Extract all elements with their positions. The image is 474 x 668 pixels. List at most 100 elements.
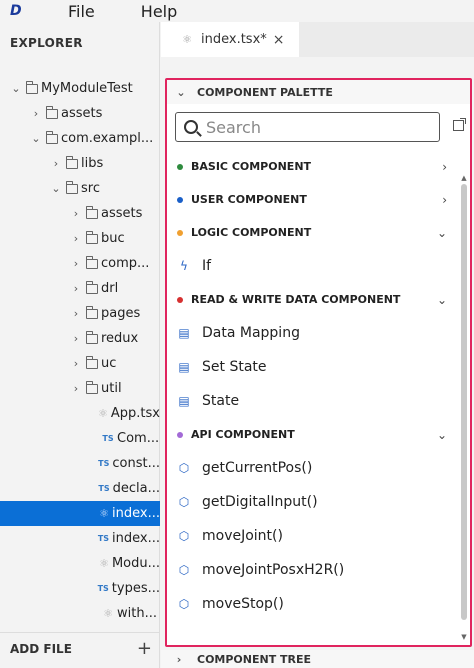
folder-icon [66, 155, 78, 169]
logic-icon: ϟ [180, 259, 188, 273]
typescript-file-icon: TS [102, 434, 114, 443]
palette-category[interactable]: USER COMPONENT › [167, 183, 457, 216]
scrollbar-thumb[interactable] [461, 184, 467, 620]
tree-label: Com... [117, 431, 160, 446]
chevron-right-icon[interactable]: › [30, 107, 42, 120]
palette-item[interactable]: ▤ Set State [167, 350, 457, 384]
chevron-right-icon[interactable]: › [442, 193, 447, 207]
chevron-down-icon[interactable]: ⌄ [30, 132, 42, 145]
react-file-icon: ⚛ [98, 407, 108, 420]
palette-item-label: If [202, 258, 212, 274]
chevron-right-icon[interactable]: › [70, 282, 82, 295]
chevron-right-icon[interactable]: › [70, 332, 82, 345]
chevron-right-icon[interactable]: › [70, 307, 82, 320]
tree-folder[interactable]: ⌄ com.exampl... [0, 126, 160, 151]
category-label: API COMPONENT [191, 428, 295, 441]
tree-folder[interactable]: › assets [0, 201, 160, 226]
folder-icon [46, 130, 58, 144]
palette-item[interactable]: ⬡ getDigitalInput() [167, 485, 457, 519]
palette-category[interactable]: BASIC COMPONENT › [167, 150, 457, 183]
tab-index-tsx[interactable]: ⚛ index.tsx* × [161, 22, 299, 57]
tree-label: types... [111, 581, 160, 596]
component-tree-title: COMPONENT TREE [197, 652, 312, 666]
tree-folder[interactable]: › buc [0, 226, 160, 251]
tree-file[interactable]: TS decla... [0, 476, 160, 501]
chevron-right-icon[interactable]: › [70, 382, 82, 395]
tree-folder[interactable]: ⌄ MyModuleTest [0, 76, 160, 101]
api-cube-icon: ⬡ [178, 495, 190, 509]
tree-file[interactable]: TS index... [0, 526, 160, 551]
menu-file[interactable]: File [68, 2, 95, 21]
palette-scrollbar[interactable]: ▲ ▼ [460, 174, 468, 641]
folder-icon [86, 330, 98, 344]
palette-item[interactable]: ⬡ moveJointPosxH2R() [167, 553, 457, 587]
typescript-file-icon: TS [98, 459, 110, 468]
scroll-down-icon[interactable]: ▼ [460, 633, 468, 641]
palette-category[interactable]: READ & WRITE DATA COMPONENT ⌄ [167, 283, 457, 316]
category-dot-icon [177, 431, 183, 438]
tree-folder[interactable]: › uc [0, 351, 160, 376]
tree-file[interactable]: TS const... [0, 451, 160, 476]
tree-folder[interactable]: › comp... [0, 251, 160, 276]
tree-label: buc [101, 231, 125, 246]
tree-label: assets [61, 106, 103, 121]
palette-item[interactable]: ▤ State [167, 384, 457, 418]
chevron-right-icon[interactable]: › [70, 207, 82, 220]
chevron-down-icon[interactable]: ⌄ [437, 293, 447, 307]
palette-category[interactable]: LOGIC COMPONENT ⌄ [167, 216, 457, 249]
component-palette-header[interactable]: ⌄ COMPONENT PALETTE [167, 80, 470, 104]
tree-label: with... [117, 606, 157, 621]
typescript-file-icon: TS [97, 584, 109, 593]
tree-folder[interactable]: › drl [0, 276, 160, 301]
api-cube-icon: ⬡ [178, 461, 190, 475]
typescript-file-icon: TS [98, 484, 110, 493]
palette-item[interactable]: ▤ Data Mapping [167, 316, 457, 350]
chevron-down-icon[interactable]: ⌄ [50, 182, 62, 195]
tree-file[interactable]: ⚛ with... [0, 601, 160, 626]
category-label: BASIC COMPONENT [191, 160, 312, 173]
chevron-right-icon[interactable]: › [70, 257, 82, 270]
tree-folder[interactable]: › libs [0, 151, 160, 176]
typescript-file-icon: TS [97, 534, 110, 543]
menu-help[interactable]: Help [141, 2, 177, 21]
folder-icon [26, 80, 38, 94]
api-cube-icon: ⬡ [178, 563, 190, 577]
chevron-right-icon[interactable]: › [442, 160, 447, 174]
tree-folder[interactable]: › redux [0, 326, 160, 351]
chevron-right-icon[interactable]: › [70, 232, 82, 245]
popout-icon[interactable] [453, 118, 466, 131]
palette-item[interactable]: ⬡ getCurrentPos() [167, 451, 457, 485]
tree-file[interactable]: TS Com... [0, 426, 160, 451]
tree-file[interactable]: ⚛ App.tsx [0, 401, 160, 426]
tree-folder[interactable]: ⌄ src [0, 176, 160, 201]
tree-file[interactable]: ⚛ Modu... [0, 551, 160, 576]
app-logo: D [10, 3, 22, 19]
file-tree: ⌄ MyModuleTest › assets ⌄ com.exampl... › libs ⌄… [0, 76, 160, 626]
tree-label: src [81, 181, 100, 196]
chevron-down-icon[interactable]: ⌄ [437, 428, 447, 442]
chevron-right-icon[interactable]: › [70, 357, 82, 370]
scroll-up-icon[interactable]: ▲ [460, 174, 468, 182]
add-file-plus-icon[interactable]: + [137, 638, 152, 659]
tree-folder[interactable]: › assets [0, 101, 160, 126]
palette-item[interactable]: ⬡ moveJoint() [167, 519, 457, 553]
chevron-down-icon[interactable]: ⌄ [437, 226, 447, 240]
tree-file[interactable]: TS types... [0, 576, 160, 601]
search-box[interactable] [175, 112, 440, 142]
tree-file[interactable]: ⚛ index... [0, 501, 160, 526]
chevron-down-icon[interactable]: ⌄ [10, 82, 22, 95]
palette-item[interactable]: ϟ If [167, 249, 457, 283]
chevron-right-icon[interactable]: › [50, 157, 62, 170]
tree-label: assets [101, 206, 143, 221]
category-dot-icon [177, 163, 183, 170]
tree-folder[interactable]: › util [0, 376, 160, 401]
palette-category[interactable]: API COMPONENT ⌄ [167, 418, 457, 451]
tree-folder[interactable]: › pages [0, 301, 160, 326]
tree-label: comp... [101, 256, 150, 271]
palette-item[interactable]: ⬡ moveStop() [167, 587, 457, 621]
tree-label: redux [101, 331, 139, 346]
close-tab-icon[interactable]: × [273, 32, 285, 48]
component-tree-header[interactable]: › COMPONENT TREE [161, 650, 474, 668]
chevron-down-icon: ⌄ [176, 85, 186, 99]
search-input[interactable] [206, 117, 426, 137]
